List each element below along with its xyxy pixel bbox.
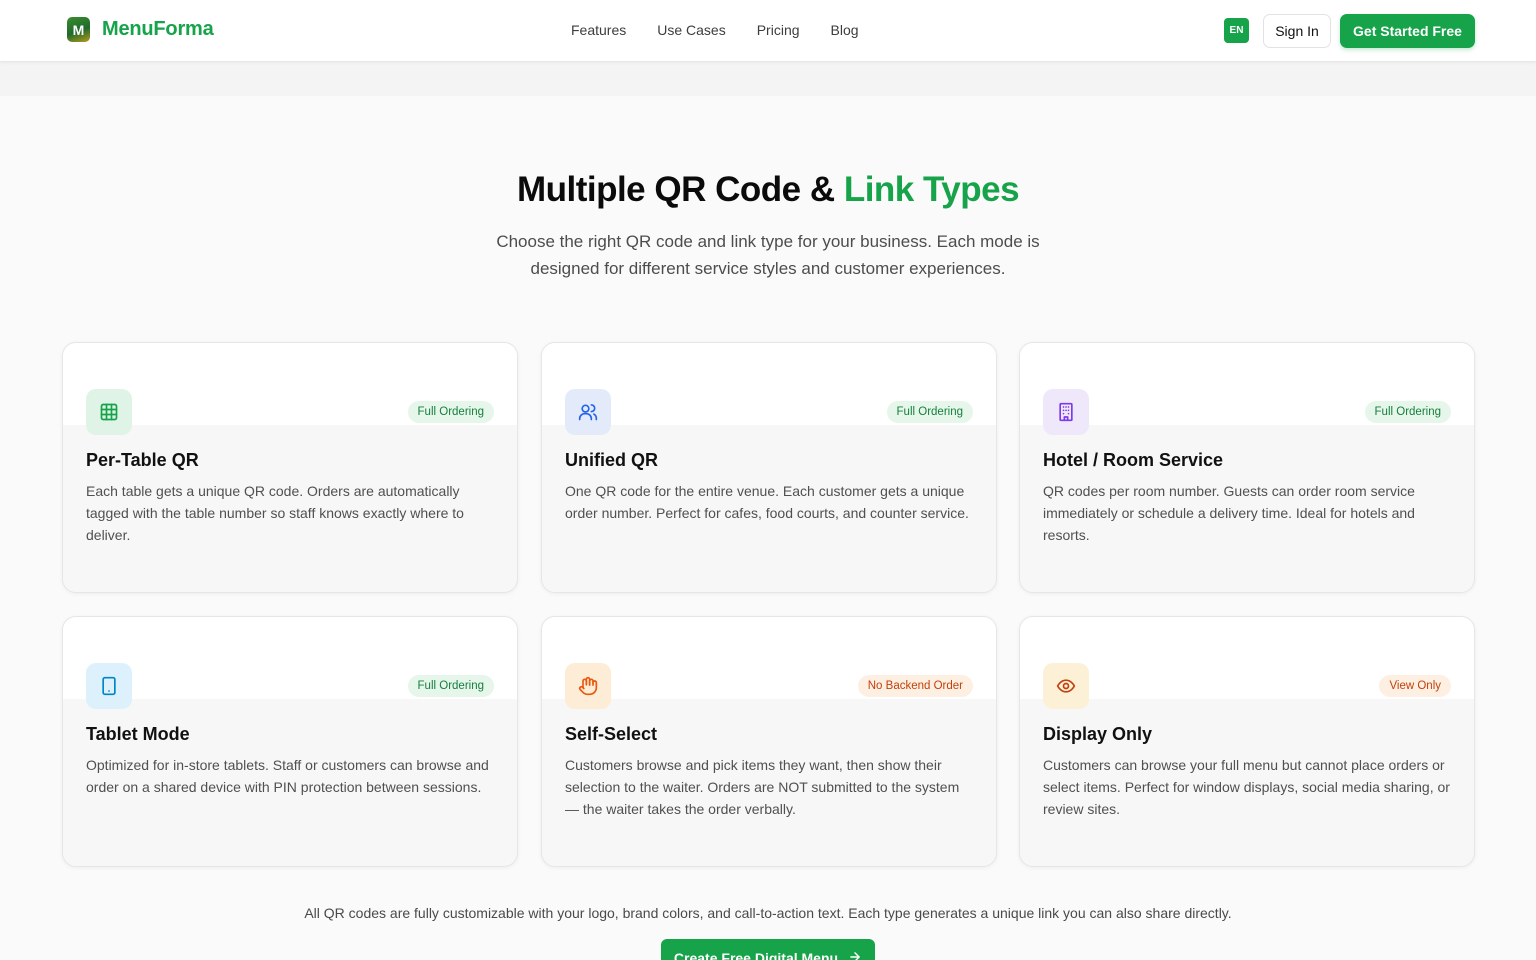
badge-view-only: View Only	[1379, 675, 1451, 697]
card-title: Per-Table QR	[86, 450, 199, 470]
sign-in-button[interactable]: Sign In	[1263, 14, 1331, 48]
get-started-button[interactable]: Get Started Free	[1340, 14, 1475, 48]
card-description: Customers can browse your full menu but …	[1043, 757, 1450, 817]
tablet-icon	[86, 663, 132, 709]
card-hotel-room-service: Full Ordering Hotel / Room Service QR co…	[1019, 342, 1475, 593]
card-tablet-mode: Full Ordering Tablet Mode Optimized for …	[62, 616, 518, 867]
card-description: One QR code for the entire venue. Each c…	[565, 483, 969, 521]
card-description: Each table gets a unique QR code. Orders…	[86, 483, 464, 543]
building-icon	[1043, 389, 1089, 435]
brand-logo[interactable]: M MenuForma	[67, 17, 214, 42]
create-menu-button[interactable]: Create Free Digital Menu	[661, 939, 875, 960]
card-description: Customers browse and pick items they wan…	[565, 757, 960, 817]
card-per-table-qr: Full Ordering Per-Table QR Each table ge…	[62, 342, 518, 593]
main-nav: Features Use Cases Pricing Blog	[571, 22, 859, 38]
card-title: Tablet Mode	[86, 724, 190, 744]
nav-link-features[interactable]: Features	[571, 22, 626, 38]
card-title: Unified QR	[565, 450, 658, 470]
customization-note: All QR codes are fully customizable with…	[304, 905, 1232, 921]
create-menu-label: Create Free Digital Menu	[673, 950, 839, 960]
section-title: Multiple QR Code & Link Types	[0, 170, 1536, 210]
card-display-only: View Only Display Only Customers can bro…	[1019, 616, 1475, 867]
card-unified-qr: Full Ordering Unified QR One QR code for…	[541, 342, 997, 593]
card-description: QR codes per room number. Guests can ord…	[1043, 483, 1415, 543]
title-main: Multiple QR Code &	[516, 170, 844, 209]
eye-icon	[1043, 663, 1089, 709]
badge-full-ordering: Full Ordering	[1364, 401, 1451, 423]
title-accent: Link Types	[843, 170, 1020, 209]
nav-link-blog[interactable]: Blog	[831, 22, 859, 38]
arrow-right-icon	[848, 950, 862, 960]
card-self-select: No Backend Order Self-Select Customers b…	[541, 616, 997, 867]
site-header: M MenuForma Features Use Cases Pricing B…	[0, 0, 1536, 62]
nav-link-pricing[interactable]: Pricing	[757, 22, 800, 38]
badge-full-ordering: Full Ordering	[886, 401, 973, 423]
card-title: Self-Select	[565, 724, 658, 744]
logo-mark-icon: M	[67, 17, 90, 42]
hand-icon	[565, 663, 611, 709]
badge-no-backend-order: No Backend Order	[857, 675, 973, 697]
card-title: Hotel / Room Service	[1043, 450, 1224, 470]
card-description: Optimized for in-store tablets. Staff or…	[86, 757, 489, 795]
badge-full-ordering: Full Ordering	[407, 401, 494, 423]
card-title: Display Only	[1043, 724, 1153, 744]
badge-full-ordering: Full Ordering	[407, 675, 494, 697]
header-band	[0, 62, 1536, 96]
language-switcher[interactable]: EN	[1224, 18, 1249, 43]
section-subtitle: Choose the right QR code and link type f…	[496, 232, 1040, 278]
table-grid-icon	[86, 389, 132, 435]
brand-name: MenuForma	[102, 18, 214, 40]
users-icon	[565, 389, 611, 435]
nav-link-use-cases[interactable]: Use Cases	[657, 22, 725, 38]
